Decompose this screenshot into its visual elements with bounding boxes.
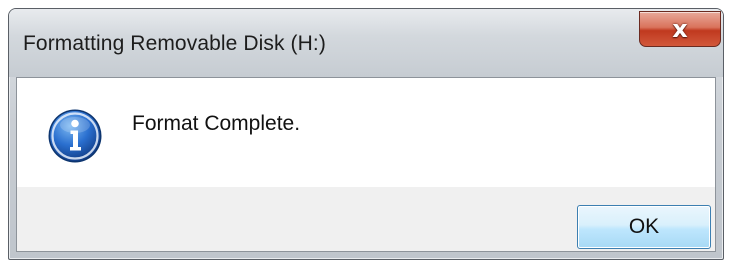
dialog-body: Format Complete. OK <box>16 77 716 252</box>
ok-button[interactable]: OK <box>577 205 711 249</box>
close-button[interactable]: x <box>639 11 721 47</box>
window-title: Formatting Removable Disk (H:) <box>23 32 326 55</box>
info-icon <box>48 109 102 163</box>
title-bar[interactable]: Formatting Removable Disk (H:) x <box>9 9 723 77</box>
message-text: Format Complete. <box>132 112 301 135</box>
dialog-window: Formatting Removable Disk (H:) x Format … <box>8 8 724 260</box>
close-icon: x <box>672 15 688 43</box>
button-bar: OK <box>17 187 715 251</box>
message-area: Format Complete. <box>17 78 715 188</box>
